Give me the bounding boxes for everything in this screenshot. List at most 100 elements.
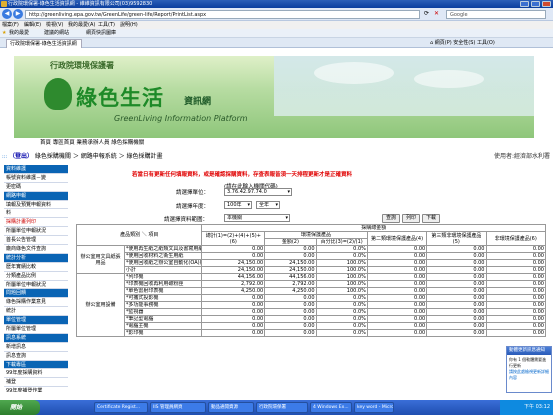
sidebar-item[interactable]: 帳號資料維護－變 [4, 174, 68, 183]
logout-link[interactable]: （登出） [9, 153, 33, 160]
sidebar-item[interactable]: 更密碼 [4, 183, 68, 192]
banner-title: 綠色生活 [76, 86, 164, 110]
table-cell: 0.00 [426, 259, 487, 267]
update-notification[interactable]: 動體更新訊息通知 你有 1 個軟體需要進行更新 請按此處檢視更新詳細內容 [506, 346, 552, 393]
group-name: 辦公室用設備 [76, 273, 125, 337]
sidebar-item[interactable]: 歷年實績比較 [4, 263, 68, 272]
address-input[interactable]: http://greenliving.epa.gov.tw/GreenLife/… [25, 10, 420, 19]
menu-tools[interactable]: 工具(T) [98, 21, 115, 29]
query-button[interactable]: 查詢 [382, 214, 400, 223]
table-cell: 0.00 [201, 245, 266, 253]
table-cell: 0.00 [264, 308, 317, 316]
taskbar-task[interactable]: Certificate Regist... [94, 402, 148, 413]
table-cell: 0.00 [201, 294, 266, 302]
stop-icon[interactable]: ✕ [434, 10, 439, 17]
item-name: *可攜式投影機 [123, 294, 203, 302]
table-row: *電腦主機 0.00 0.00 0.0% 0.00 0.00 0.00 [77, 322, 546, 330]
menu-edit[interactable]: 編輯(E) [24, 21, 41, 29]
sidebar-item[interactable]: 新增訊息 [4, 343, 68, 352]
home-icon[interactable]: ⌂ [430, 40, 433, 46]
nav-path: 綠色採購機關 ＞ 網路申報系統 ＞ 綠色採購計畫 [34, 153, 163, 160]
table-cell: 0.00 [366, 259, 428, 267]
notification-link[interactable]: 請按此處檢視更新詳細內容 [509, 369, 549, 381]
year-select[interactable]: 100年 [224, 201, 252, 209]
sidebar-item[interactable]: 統計 [4, 307, 68, 317]
table-cell: 0.00 [366, 308, 428, 316]
download-button[interactable]: 下載 [422, 214, 440, 223]
table-cell: 0.0% [315, 322, 368, 330]
menu-view[interactable]: 檢視(V) [46, 21, 63, 29]
taskbar-task[interactable]: IIS 管理員網頁 [150, 402, 206, 413]
table-cell: 2,792.00 [201, 280, 266, 288]
sidebar-item[interactable]: 綠色採購作業意見 [4, 298, 68, 308]
sidebar-item[interactable]: 填報及預覽申報資料 [4, 201, 68, 210]
unit-select[interactable]: 3.76.42.97.74.0 [224, 188, 292, 196]
scope-select[interactable]: 本機關 [224, 214, 290, 222]
table-cell: 0.00 [366, 280, 428, 288]
period-select[interactable]: 全年 [256, 201, 280, 209]
sidebar-item[interactable]: 所屬單位申報狀況 [4, 227, 68, 237]
print-button[interactable]: 列印 [402, 214, 420, 223]
sidebar: 資料維護 帳號資料維護－變 更密碼 網路申報 填報及預覽申報資料料採購計畫列印 所屬單位申… [4, 165, 68, 392]
maximize-button[interactable] [531, 1, 540, 7]
fav-web-slice[interactable]: 網頁快訊圖庫 [86, 29, 116, 38]
table-row: 辦公室用文具紙張用品 *使用再生紙之紙類文具及書寫用紙 0.00 0.00 0.0% 0.… [76, 245, 546, 274]
table-cell: 0.00 [426, 245, 487, 253]
sidebar-item[interactable]: 首長公告管理 [4, 236, 68, 246]
safety-menu[interactable]: 安全性(S) [453, 40, 475, 46]
favorites-button[interactable]: 我的最愛 [9, 29, 29, 38]
header-category: 產品類別 ＼ 項目 [75, 224, 203, 246]
table-cell: 0.00 [426, 252, 487, 260]
refresh-icon[interactable]: ⟳ [424, 10, 429, 17]
table-row: *單色雷射印表機 4,250.00 4,250.00 100.0% 0.00 0.00 0.… [77, 287, 546, 295]
back-icon[interactable]: ◀ [2, 9, 12, 19]
table-cell: 44,156.00 [201, 273, 266, 281]
sidebar-item[interactable]: 99年度補登作業 [4, 387, 68, 392]
sidebar-item[interactable]: 99年度採購資料 [4, 369, 68, 379]
sidebar-item[interactable]: 訊息查詢 [4, 352, 68, 361]
taskbar-task[interactable]: 動品通開資源 [208, 402, 254, 413]
taskbar-task[interactable]: 4 Windows Ex... [310, 402, 352, 413]
minimize-button[interactable] [520, 1, 529, 7]
header-pct3: 百分比(3)=(2)/(1) [315, 238, 368, 246]
start-button[interactable]: 開始 [0, 400, 40, 415]
banner-subtitle: 資訊網 [184, 97, 212, 107]
taskbar-task[interactable]: key word - Micro... [354, 402, 394, 413]
sidebar-item[interactable]: 補登 [4, 378, 68, 388]
forward-icon[interactable]: ▶ [13, 9, 23, 19]
header-type2: 第二類環境保護產品(4) [366, 231, 428, 246]
taskbar-task[interactable]: 行政院環保署 [256, 402, 308, 413]
table-cell: 0.00 [366, 252, 428, 260]
close-button[interactable] [542, 1, 551, 7]
table-cell: 0.00 [485, 245, 546, 253]
page-menu[interactable]: 網頁(P) [435, 40, 452, 46]
sidebar-item[interactable]: 廠商綠色文件查詢 [4, 245, 68, 254]
table-cell: 100.0% [315, 287, 368, 295]
table-cell: 0.00 [366, 322, 428, 330]
item-name: *列印機 [123, 273, 203, 281]
sidebar-section-header: 資料維護 [4, 165, 68, 174]
table-cell: 0.0% [315, 308, 368, 316]
search-input[interactable]: Google [446, 10, 546, 19]
tab-current[interactable]: 行政院環保署-綠色生活資訊網 [6, 39, 82, 48]
table-cell: 0.00 [485, 259, 546, 267]
menu-file[interactable]: 檔案(F) [2, 21, 19, 29]
sidebar-item[interactable]: 料 [4, 209, 68, 219]
table-cell: 0.00 [485, 329, 546, 337]
menu-favorites[interactable]: 我的最愛(A) [68, 21, 95, 29]
sidebar-item[interactable]: 採購計畫列印 [4, 218, 68, 228]
sidebar-item[interactable]: 分類產品比例 [4, 272, 68, 281]
table-cell: 0.00 [485, 287, 546, 295]
table-cell: 0.00 [426, 280, 487, 288]
tools-menu[interactable]: 工具(O) [477, 40, 495, 46]
item-name: 小計 [123, 266, 203, 274]
menu-help[interactable]: 說明(H) [120, 21, 138, 29]
table-cell: 0.00 [201, 315, 266, 323]
table-cell: 100.0% [315, 273, 368, 281]
breadcrumb[interactable]: 首頁 專區首頁 業務承辦人員 綠色採購機關 [40, 139, 144, 147]
sidebar-item[interactable]: 所屬單位管理 [4, 325, 68, 334]
sidebar-item[interactable]: 所屬單位申報狀況 [4, 281, 68, 290]
item-name: *印表機回收再利用碳粉匣 [123, 280, 203, 288]
table-cell: 0.0% [315, 315, 368, 323]
fav-suggested-sites[interactable]: 建議的網站 [44, 29, 69, 38]
